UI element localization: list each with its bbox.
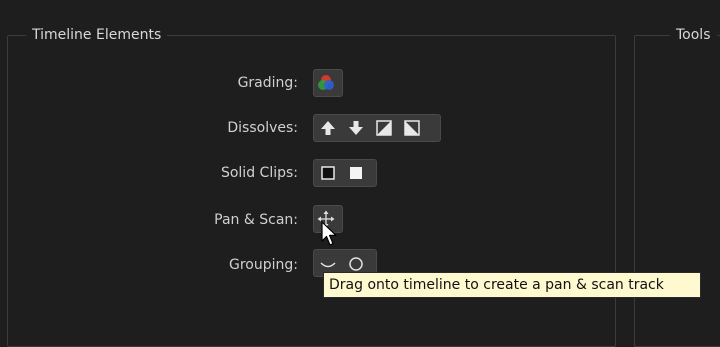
- timeline-elements-panel: [7, 35, 616, 347]
- grading-button-group: [313, 69, 343, 97]
- black-solid-button[interactable]: [318, 163, 338, 183]
- timeline-elements-title: Timeline Elements: [26, 26, 168, 44]
- solid-clips-button-group: [313, 159, 377, 187]
- dissolve-wipe-up-button[interactable]: [374, 118, 394, 138]
- grading-button[interactable]: [316, 73, 336, 93]
- tools-title: Tools: [670, 26, 717, 44]
- pan-scan-tooltip: Drag onto timeline to create a pan & sca…: [323, 272, 701, 298]
- dissolves-button-group: [313, 114, 441, 142]
- color-wheels-icon: [318, 75, 334, 90]
- dissolves-label: Dissolves:: [227, 120, 298, 136]
- pan-scan-label: Pan & Scan:: [214, 212, 298, 228]
- mouse-cursor-icon: [321, 221, 337, 246]
- arrow-down-icon: [349, 121, 363, 135]
- diagonal-wipe-up-icon: [376, 120, 392, 136]
- grading-label: Grading:: [237, 75, 298, 91]
- group-open-icon: [320, 262, 336, 268]
- arrow-up-icon: [321, 121, 335, 135]
- diagonal-wipe-down-icon: [404, 120, 420, 136]
- white-solid-button[interactable]: [346, 163, 366, 183]
- group-closed-button[interactable]: [346, 253, 366, 273]
- grouping-label: Grouping:: [229, 257, 298, 273]
- tools-panel: [634, 35, 720, 347]
- dissolve-down-button[interactable]: [346, 118, 366, 138]
- white-solid-icon: [350, 167, 362, 179]
- dissolve-up-button[interactable]: [318, 118, 338, 138]
- solid-clips-label: Solid Clips:: [220, 165, 298, 181]
- group-open-button[interactable]: [318, 253, 338, 273]
- group-closed-icon: [349, 257, 363, 271]
- dissolve-wipe-down-button[interactable]: [402, 118, 422, 138]
- black-solid-icon: [321, 166, 335, 180]
